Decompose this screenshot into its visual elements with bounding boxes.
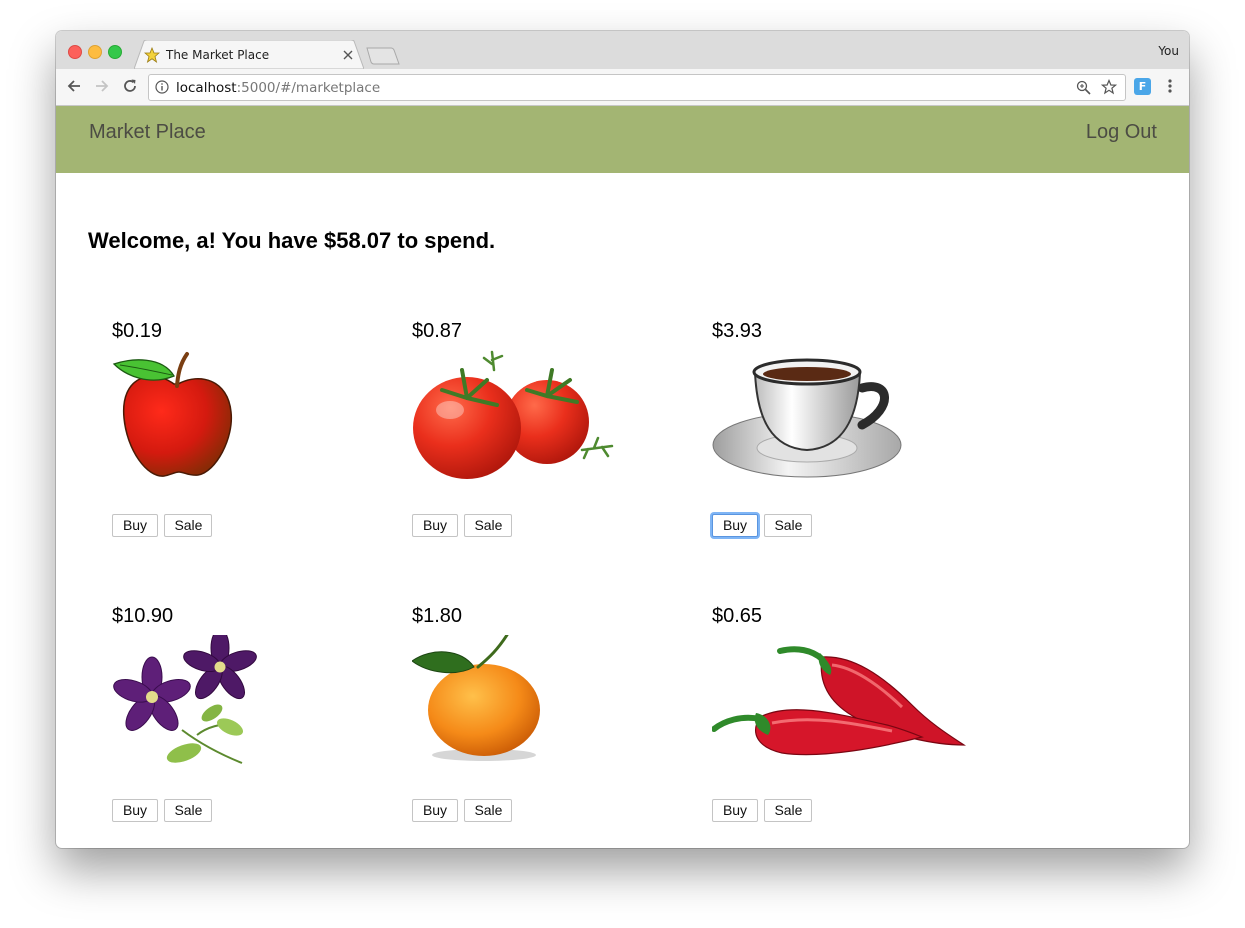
browser-window: The Market Place You localhost:5000/#/ma…: [56, 31, 1189, 848]
product-actions: Buy Sale: [412, 799, 514, 822]
coffee-cup-image: [712, 350, 912, 490]
tangerine-image: [411, 633, 547, 775]
red-chili-peppers-image: [711, 635, 967, 775]
clematis-flowers-image: [112, 628, 262, 775]
product-card: $10.90 Buy Sale: [112, 605, 372, 835]
app-navbar: Market Place Log Out: [56, 106, 1189, 173]
close-window-button[interactable]: [68, 45, 82, 59]
welcome-heading: Welcome, a! You have $58.07 to spend.: [88, 228, 496, 253]
star-favicon-icon: [143, 46, 161, 68]
product-price: $0.19: [112, 320, 163, 342]
browser-toolbar: localhost:5000/#/marketplace F: [56, 69, 1189, 106]
product-card: $0.65 Buy Sale: [711, 605, 972, 835]
buy-button[interactable]: Buy: [712, 799, 758, 822]
product-actions: Buy Sale: [412, 514, 514, 537]
minimize-window-button[interactable]: [88, 45, 102, 59]
info-icon[interactable]: [155, 80, 169, 99]
back-arrow-icon[interactable]: [66, 78, 82, 99]
product-card: $0.87 Buy Sale: [412, 320, 672, 550]
profile-name[interactable]: You: [1158, 44, 1179, 58]
reload-icon[interactable]: [122, 78, 138, 99]
buy-button[interactable]: Buy: [712, 514, 758, 537]
zoom-icon[interactable]: [1076, 80, 1091, 100]
sale-button[interactable]: Sale: [464, 799, 513, 822]
product-price: $10.90: [112, 605, 174, 627]
forward-arrow-icon[interactable]: [94, 78, 110, 99]
product-card: $3.93 Buy Sale: [712, 320, 972, 550]
buy-button[interactable]: Buy: [112, 799, 158, 822]
sale-button[interactable]: Sale: [464, 514, 513, 537]
buy-button[interactable]: Buy: [412, 799, 458, 822]
maximize-window-button[interactable]: [108, 45, 122, 59]
product-price: $1.80: [412, 605, 463, 627]
sale-button[interactable]: Sale: [764, 799, 813, 822]
sale-button[interactable]: Sale: [764, 514, 813, 537]
product-actions: Buy Sale: [712, 514, 814, 537]
product-actions: Buy Sale: [112, 799, 214, 822]
buy-button[interactable]: Buy: [412, 514, 458, 537]
tab-title: The Market Place: [166, 48, 270, 62]
product-actions: Buy Sale: [112, 514, 214, 537]
tomatoes-image: [412, 350, 617, 490]
address-bar[interactable]: localhost:5000/#/marketplace: [148, 74, 1126, 101]
product-price: $0.65: [712, 605, 763, 627]
product-card: $0.19 Buy Sale: [112, 320, 372, 550]
product-actions: Buy Sale: [712, 799, 814, 822]
tab-strip: The Market Place You: [56, 31, 1189, 69]
url-text: localhost:5000/#/marketplace: [176, 80, 380, 96]
product-card: $1.80 Buy Sale: [411, 605, 672, 835]
browser-menu-icon[interactable]: [1167, 78, 1173, 99]
extension-icon[interactable]: F: [1134, 78, 1151, 95]
product-price: $0.87: [412, 320, 463, 342]
apple-image: [112, 350, 242, 490]
logout-link[interactable]: Log Out: [1086, 121, 1157, 144]
sale-button[interactable]: Sale: [164, 799, 213, 822]
sale-button[interactable]: Sale: [164, 514, 213, 537]
product-price: $3.93: [712, 320, 763, 342]
bookmark-star-icon[interactable]: [1100, 78, 1118, 100]
tab-the-market-place[interactable]: The Market Place: [134, 40, 364, 69]
brand-link[interactable]: Market Place: [89, 121, 206, 144]
buy-button[interactable]: Buy: [112, 514, 158, 537]
close-tab-icon[interactable]: [342, 48, 354, 66]
new-tab-button[interactable]: [366, 47, 400, 70]
url-path: :5000/#/marketplace: [236, 80, 381, 96]
url-host: localhost: [176, 80, 237, 96]
